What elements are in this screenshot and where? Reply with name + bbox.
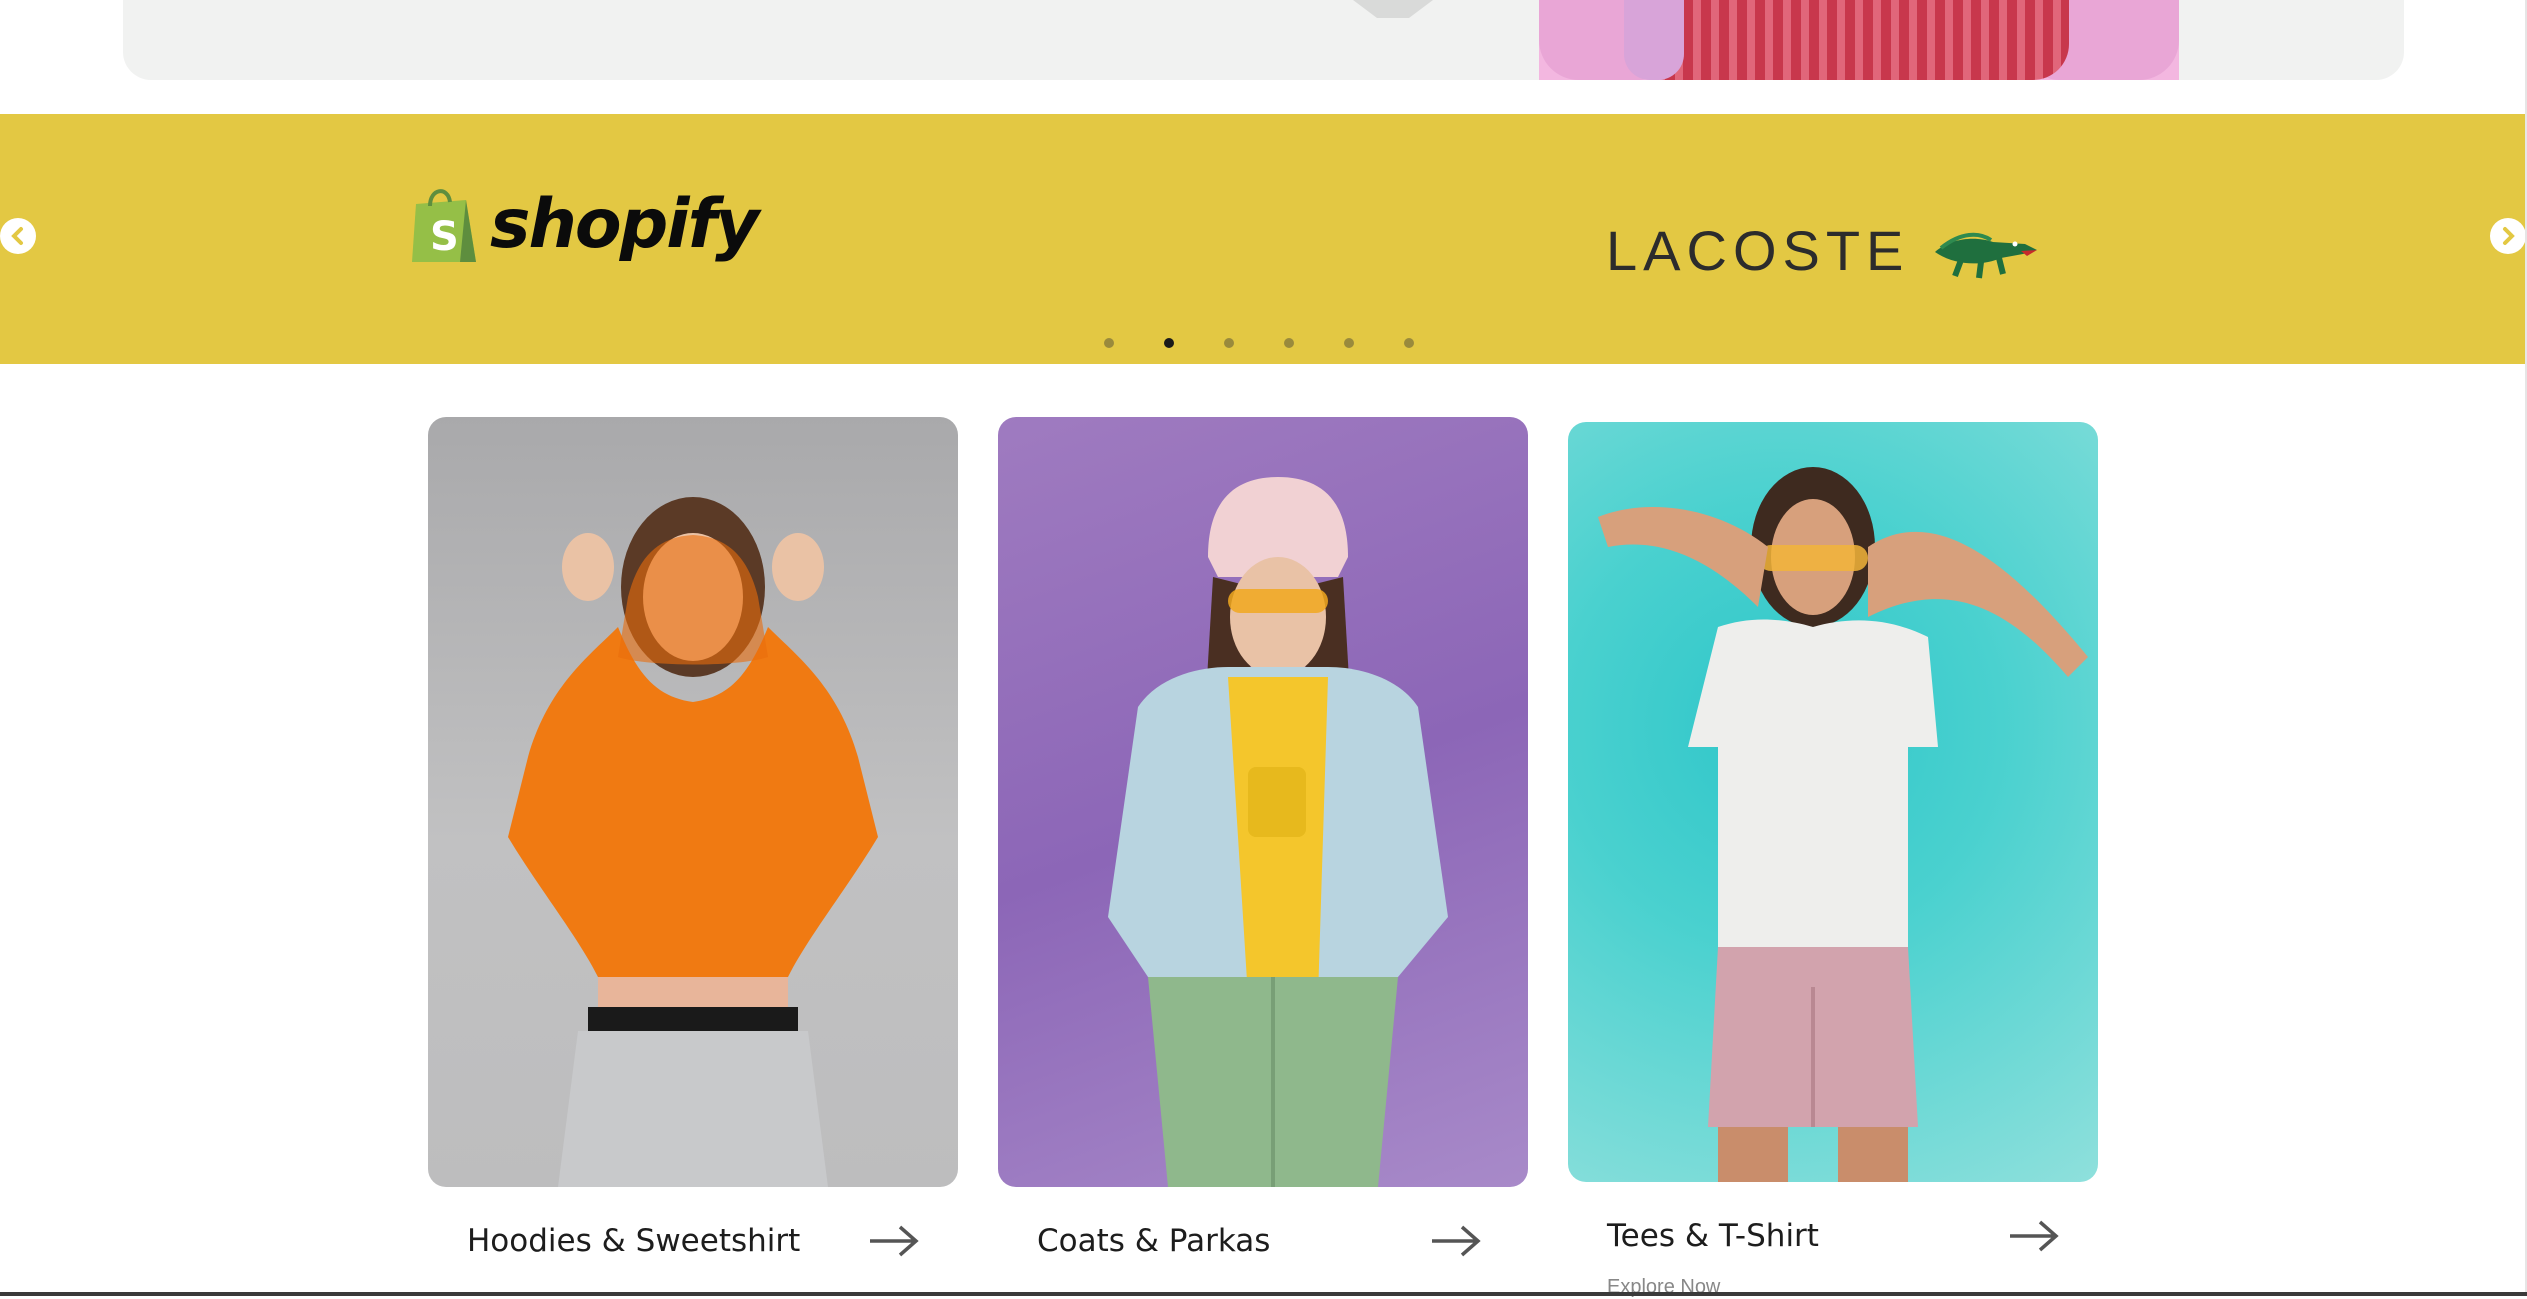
category-label[interactable]: Coats & Parkas [1037,1223,1270,1259]
category-label[interactable]: Hoodies & Sweetshirt [467,1223,800,1259]
carousel-dot[interactable] [1284,338,1294,348]
star-icon [1353,0,1433,18]
carousel-dot[interactable] [1104,338,1114,348]
category-caption: Hoodies & Sweetshirt [428,1223,958,1283]
category-card-coats[interactable]: Coats & Parkas [998,417,1528,1283]
chevron-left-icon [11,227,23,245]
category-caption: Coats & Parkas [998,1223,1528,1283]
chevron-right-icon [2503,227,2515,245]
carousel-dot[interactable] [1344,338,1354,348]
arrow-right-icon[interactable] [2008,1218,2060,1254]
model-in-tshirt-image [1598,467,2088,1182]
category-image[interactable] [428,417,958,1187]
brand-logo-shopify[interactable]: S shopify [408,174,759,274]
crocodile-icon [1935,232,2038,279]
hero-model-image [1539,0,2179,80]
model-in-hoodie-image [508,497,878,1187]
carousel-dot[interactable] [1224,338,1234,348]
svg-text:S: S [430,214,459,260]
category-image[interactable] [998,417,1528,1187]
category-card-tees[interactable]: Tees & T-Shirt Explore Now [1568,422,2098,1298]
carousel-dot-active[interactable] [1164,338,1174,348]
bottom-border [0,1292,2527,1296]
carousel-prev-button[interactable] [0,218,36,254]
category-label[interactable]: Tees & T-Shirt [1607,1218,1819,1254]
model-in-jacket-image [1108,477,1448,1187]
category-card-hoodies[interactable]: Hoodies & Sweetshirt [428,417,958,1283]
category-caption: Tees & T-Shirt Explore Now [1568,1218,2098,1298]
brand-name: shopify [490,184,759,264]
category-image[interactable] [1568,422,2098,1182]
arrow-right-icon[interactable] [1430,1223,1482,1259]
carousel-dot[interactable] [1404,338,1414,348]
brand-carousel: S shopify LACOSTE [0,114,2527,364]
arrow-right-icon[interactable] [868,1223,920,1259]
carousel-pagination [1104,338,1414,348]
hero-banner [123,0,2404,80]
shopping-bag-icon: S [412,189,476,262]
brand-name: LACOSTE [1606,218,1910,282]
carousel-next-button[interactable] [2490,218,2526,254]
brand-logo-lacoste[interactable]: LACOSTE [1606,210,2039,290]
